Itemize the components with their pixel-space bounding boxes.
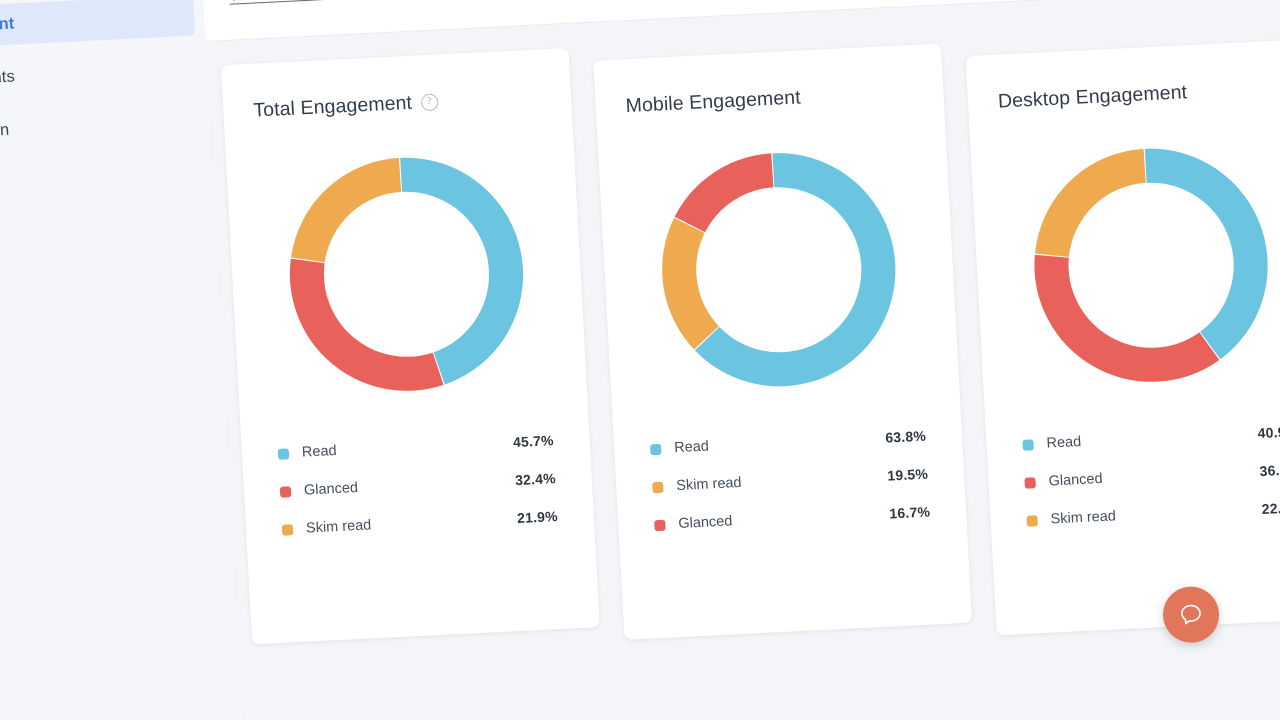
card-mobile-engagement: Mobile Engagement Read63.8% Skim read19.5… xyxy=(593,43,972,639)
donut-slice-skim-read[interactable] xyxy=(677,225,707,339)
legend-value: 21.9% xyxy=(517,508,559,526)
donut-slice-read[interactable] xyxy=(1146,161,1255,348)
legend-value: 63.8% xyxy=(885,428,927,446)
legend-color-swatch xyxy=(1026,515,1038,527)
legend-color-swatch xyxy=(652,481,664,493)
app-surface: Engagement Email Clients Geolocation Exp… xyxy=(0,0,1280,720)
view-tracking-code-link[interactable]: View tracking code xyxy=(229,0,351,5)
card-title: Total Engagement ? xyxy=(253,85,542,122)
sidebar-item-geolocation[interactable]: Geolocation xyxy=(0,100,201,156)
legend-label: Skim read xyxy=(1050,501,1262,527)
legend-total: Read45.7% Glanced32.4% Skim read21.9% xyxy=(272,432,565,538)
legend-row[interactable]: Skim read21.9% xyxy=(282,508,559,538)
donut-slice-skim-read[interactable] xyxy=(304,175,405,260)
donut-slices xyxy=(674,165,884,374)
legend-color-swatch xyxy=(654,519,666,531)
legend-row[interactable]: Skim read19.5% xyxy=(652,466,929,496)
card-desktop-engagement: Desktop Engagement Read40.9% Glanced36.5%… xyxy=(965,39,1280,635)
sidebar-item-label: Geolocation xyxy=(0,121,10,143)
legend-value: 40.9% xyxy=(1257,423,1280,441)
main-content: September 13, 2019 — October 13, 2019 AC… xyxy=(198,0,1280,720)
legend-desktop: Read40.9% Glanced36.5% Skim read22.6% xyxy=(1016,423,1280,529)
legend-color-swatch xyxy=(1022,439,1034,451)
donut-slice-glanced[interactable] xyxy=(306,255,438,379)
donut-chart-desktop xyxy=(1013,128,1280,403)
legend-row[interactable]: Glanced32.4% xyxy=(280,470,557,500)
legend-row[interactable]: Glanced16.7% xyxy=(654,504,931,534)
legend-color-swatch xyxy=(650,443,662,455)
legend-row[interactable]: Glanced36.5% xyxy=(1024,461,1280,491)
sidebar-item-label: Engagement xyxy=(0,14,15,37)
legend-label: Glanced xyxy=(304,472,516,498)
donut-slices xyxy=(1046,161,1256,370)
sidebar-item-export[interactable]: Export xyxy=(0,153,204,209)
chat-bubble-icon xyxy=(1177,601,1204,628)
sidebar-item-email-clients[interactable]: Email Clients xyxy=(0,47,198,103)
legend-color-swatch xyxy=(1024,477,1036,489)
legend-color-swatch xyxy=(278,448,290,460)
header-actions: View tracking code Clear data xyxy=(229,0,1280,5)
legend-row[interactable]: Read63.8% xyxy=(650,428,927,458)
sidebar-item-engagement[interactable]: Engagement xyxy=(0,0,195,50)
legend-label: Read xyxy=(302,434,514,460)
donut-slice-read[interactable] xyxy=(401,170,511,370)
legend-value: 22.6% xyxy=(1261,499,1280,517)
card-title: Desktop Engagement xyxy=(997,76,1280,113)
sidebar-item-label: Email Clients xyxy=(0,68,15,91)
question-mark-icon[interactable]: ? xyxy=(421,94,439,112)
donut-chart-mobile xyxy=(641,132,917,407)
legend-color-swatch xyxy=(280,486,292,498)
legend-label: Skim read xyxy=(306,510,518,536)
sidebar-nav-list: Engagement Email Clients Geolocation Exp… xyxy=(0,0,214,210)
donut-chart-total xyxy=(269,137,545,412)
legend-value: 19.5% xyxy=(887,466,929,484)
legend-label: Glanced xyxy=(678,506,890,532)
legend-color-swatch xyxy=(282,524,294,536)
legend-mobile: Read63.8% Skim read19.5% Glanced16.7% xyxy=(644,427,937,533)
donut-svg xyxy=(269,137,545,412)
legend-value: 32.4% xyxy=(515,470,557,488)
card-title-label: Total Engagement xyxy=(253,92,413,123)
card-title: Mobile Engagement xyxy=(625,81,914,118)
legend-row[interactable]: Read45.7% xyxy=(278,432,555,462)
legend-value: 16.7% xyxy=(889,504,931,522)
legend-row[interactable]: Skim read22.6% xyxy=(1026,499,1280,529)
engagement-cards: Total Engagement ? Read45.7%Glanced32.4%… xyxy=(207,11,1280,673)
donut-svg xyxy=(1013,128,1280,403)
legend-value: 45.7% xyxy=(513,432,555,450)
screenshot-stage: Engagement Email Clients Geolocation Exp… xyxy=(0,0,1280,720)
donut-slice-glanced[interactable] xyxy=(1051,249,1210,370)
donut-slice-skim-read[interactable] xyxy=(1047,166,1149,255)
donut-slices xyxy=(302,170,512,379)
legend-label: Read xyxy=(1046,425,1258,451)
legend-row[interactable]: Read40.9% xyxy=(1022,423,1280,453)
donut-svg xyxy=(641,132,917,407)
legend-value: 36.5% xyxy=(1259,461,1280,479)
legend-label: Glanced xyxy=(1048,463,1260,489)
card-title-label: Desktop Engagement xyxy=(997,81,1187,113)
legend-label: Skim read xyxy=(676,468,888,494)
legend-label: Read xyxy=(674,430,886,456)
card-total-engagement: Total Engagement ? Read45.7% Glanced32.4%… xyxy=(221,48,600,644)
card-title-label: Mobile Engagement xyxy=(625,86,801,118)
donut-slice-glanced[interactable] xyxy=(687,170,775,224)
